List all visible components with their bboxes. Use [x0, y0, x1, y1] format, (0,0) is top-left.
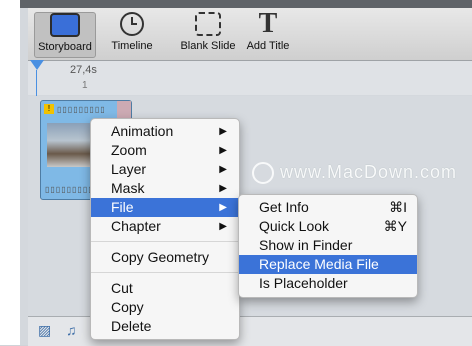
storyboard-icon: [50, 13, 80, 37]
blank-slide-button[interactable]: Blank Slide: [178, 12, 238, 56]
menu-item-delete[interactable]: Delete: [91, 317, 239, 336]
menu-item-mask[interactable]: Mask ▶: [91, 179, 239, 198]
menu-item-label: Mask: [111, 180, 145, 196]
clock-icon: [120, 12, 144, 36]
submenu-arrow-icon: ▶: [219, 145, 227, 156]
submenu-arrow-icon: ▶: [219, 202, 227, 213]
add-title-button[interactable]: T Add Title: [240, 8, 296, 56]
menu-item-is-placeholder[interactable]: Is Placeholder: [239, 274, 417, 293]
menu-item-label: Is Placeholder: [259, 275, 348, 291]
menu-separator: [91, 241, 239, 242]
menu-item-animation[interactable]: Animation ▶: [91, 122, 239, 141]
menu-item-label: Zoom: [111, 142, 147, 158]
menu-item-label: Delete: [111, 318, 152, 334]
menu-item-replace-media-file[interactable]: Replace Media File: [239, 255, 417, 274]
ruler-slide-number: 1: [82, 80, 88, 91]
menu-item-label: Quick Look: [259, 218, 330, 234]
menu-item-label: Show in Finder: [259, 237, 353, 253]
menu-item-copy-geometry[interactable]: Copy Geometry: [91, 248, 239, 267]
menu-item-label: Animation: [111, 123, 174, 139]
file-submenu: Get Info ⌘I Quick Look ⌘Y Show in Finder…: [238, 194, 418, 298]
menu-item-label: Replace Media File: [259, 256, 379, 272]
film-holes-top: ▯▯▯▯▯▯▯▯▯: [57, 105, 106, 114]
title-t-icon: T: [258, 8, 278, 39]
dashed-square-icon: [195, 12, 221, 36]
timeline-label: Timeline: [111, 40, 153, 52]
watermark-text: www.MacDown.com: [280, 162, 458, 182]
film-holes-bottom: ▯▯▯▯▯▯▯▯▯: [45, 185, 94, 194]
photo-icon[interactable]: ▨: [38, 322, 54, 338]
playhead-icon[interactable]: [30, 60, 44, 70]
timeline-button[interactable]: Timeline: [104, 12, 160, 56]
menu-item-label: Cut: [111, 280, 133, 296]
menu-item-label: Copy Geometry: [111, 249, 210, 265]
submenu-arrow-icon: ▶: [219, 126, 227, 137]
context-menu: Animation ▶ Zoom ▶ Layer ▶ Mask ▶ File ▶…: [90, 118, 240, 340]
storyboard-button[interactable]: Storyboard: [34, 12, 96, 58]
menu-item-zoom[interactable]: Zoom ▶: [91, 141, 239, 160]
warning-icon: !: [44, 104, 54, 114]
ruler-time-label: 27,4s: [70, 64, 97, 76]
menu-item-cut[interactable]: Cut: [91, 279, 239, 298]
shortcut-label: ⌘Y: [383, 218, 407, 234]
playhead-line: [36, 70, 37, 98]
thumbnail-image: [47, 123, 95, 167]
add-title-label: Add Title: [246, 40, 290, 52]
watermark: www.MacDown.com: [252, 162, 458, 185]
menu-item-layer[interactable]: Layer ▶: [91, 160, 239, 179]
menu-item-file[interactable]: File ▶: [91, 198, 239, 217]
storyboard-label: Storyboard: [38, 41, 92, 53]
desktop-edge: [0, 0, 20, 345]
menu-item-copy[interactable]: Copy: [91, 298, 239, 317]
menu-item-quick-look[interactable]: Quick Look ⌘Y: [239, 217, 417, 236]
menu-item-label: Copy: [111, 299, 144, 315]
menu-item-show-in-finder[interactable]: Show in Finder: [239, 236, 417, 255]
submenu-arrow-icon: ▶: [219, 183, 227, 194]
menu-item-label: Layer: [111, 161, 147, 177]
menu-item-label: Get Info: [259, 199, 309, 215]
menu-item-chapter[interactable]: Chapter ▶: [91, 217, 239, 236]
toolbar: Storyboard Timeline Blank Slide T Add Ti…: [28, 8, 472, 61]
shortcut-label: ⌘I: [389, 199, 407, 215]
music-note-icon[interactable]: ♫: [66, 322, 82, 338]
window-titlebar: [20, 0, 472, 8]
menu-item-get-info[interactable]: Get Info ⌘I: [239, 198, 417, 217]
submenu-arrow-icon: ▶: [219, 221, 227, 232]
submenu-arrow-icon: ▶: [219, 164, 227, 175]
menu-item-label: File: [111, 199, 134, 215]
blank-slide-label: Blank Slide: [180, 40, 236, 52]
watermark-logo-icon: [252, 162, 274, 185]
menu-item-label: Chapter: [111, 218, 161, 234]
menu-separator: [91, 272, 239, 273]
